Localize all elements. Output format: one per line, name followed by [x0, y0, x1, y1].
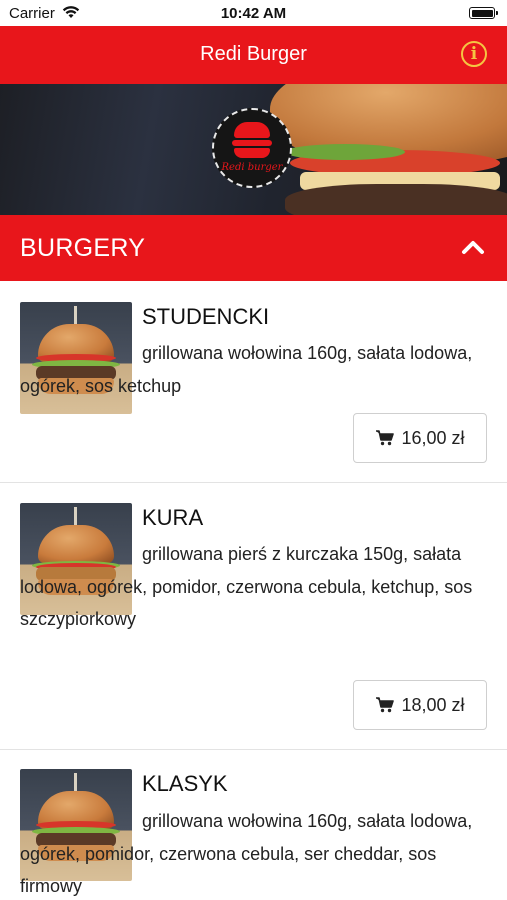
app-title: Redi Burger: [200, 43, 307, 65]
item-description: grillowana wołowina 160g, sałata lodowa,…: [20, 343, 473, 396]
logo-burger-bottom: [234, 148, 270, 158]
brand-logo: Redi burger: [212, 108, 292, 188]
hero-banner: Redi burger: [0, 84, 507, 215]
item-description: grillowana wołowina 160g, sałata lodowa,…: [20, 811, 473, 896]
hero-burger-patty: [285, 184, 507, 215]
item-description: grillowana pierś z kurczaka 150g, sałata…: [20, 544, 473, 629]
chevron-up-icon[interactable]: [461, 239, 485, 255]
cart-icon: [376, 697, 395, 713]
item-price: 16,00 zł: [401, 427, 465, 448]
menu-item-klasyk: KLASYK grillowana wołowina 160g, sałata …: [0, 750, 507, 900]
item-name: STUDENCKI: [142, 304, 270, 329]
info-icon[interactable]: i: [461, 41, 487, 67]
hero-burger-lettuce: [285, 144, 405, 160]
category-title: BURGERY: [20, 234, 146, 262]
menu-item-studencki: STUDENCKI grillowana wołowina 160g, sała…: [0, 281, 507, 483]
logo-burger-top: [234, 122, 270, 138]
menu-item-kura: KURA grillowana pierś z kurczaka 150g, s…: [0, 483, 507, 750]
logo-text: Redi burger: [221, 162, 283, 173]
item-name: KLASYK: [142, 771, 228, 796]
category-header-burgery[interactable]: BURGERY: [0, 215, 507, 281]
battery-icon: [469, 7, 498, 19]
add-to-cart-button[interactable]: 16,00 zł: [353, 413, 487, 463]
cart-icon: [376, 430, 395, 446]
item-price: 18,00 zł: [401, 694, 465, 715]
status-time: 10:42 AM: [220, 5, 287, 22]
item-name: KURA: [142, 505, 204, 530]
add-to-cart-button[interactable]: 18,00 zł: [353, 680, 487, 730]
app-header: Redi Burger i: [0, 26, 507, 84]
logo-burger-mid: [232, 140, 272, 146]
status-bar: Carrier 10:42 AM: [0, 0, 507, 26]
